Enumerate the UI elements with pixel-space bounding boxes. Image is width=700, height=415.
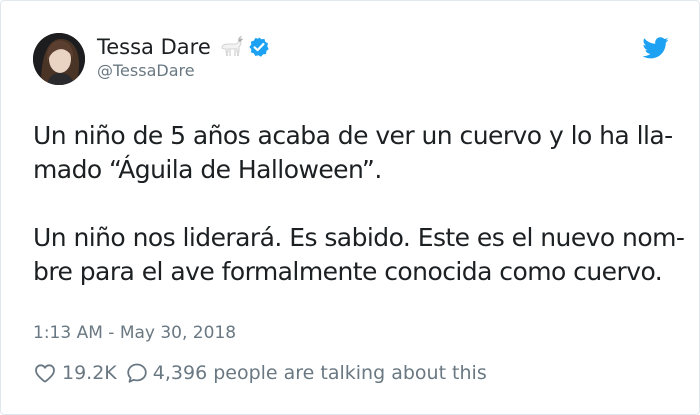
avatar-portrait-icon	[33, 33, 85, 85]
tweet-line: Un niño nos liderará. Es sabido. Este es…	[33, 223, 685, 252]
tweet-line: Un niño de 5 años acaba de ver un cuervo…	[33, 121, 673, 150]
tweet-line: mado “Águila de Halloween”.	[33, 155, 382, 184]
tweet-timestamp[interactable]: 1:13 AM - May 30, 2018	[33, 321, 236, 345]
reply-bubble-icon[interactable]	[125, 361, 149, 385]
goat-icon	[218, 35, 244, 59]
avatar[interactable]	[33, 33, 85, 85]
tweet-actions: 19.2K 4,396 people are talking about thi…	[33, 359, 487, 387]
verified-badge-icon	[248, 36, 270, 58]
conversation-count[interactable]: 4,396 people are talking about this	[153, 359, 487, 387]
author-name[interactable]: Tessa Dare	[97, 35, 211, 59]
tweet-card: Tessa Dare @TessaDare Un niño de 5 años …	[0, 0, 700, 415]
tweet-paragraph-gap	[33, 187, 683, 221]
like-count[interactable]: 19.2K	[62, 359, 117, 387]
tweet-line: bre para el ave formalmente conocida com…	[33, 257, 663, 286]
tweet-text: Un niño de 5 años acaba de ver un cuervo…	[33, 119, 685, 289]
author-handle[interactable]: @TessaDare	[97, 61, 195, 81]
twitter-bird-icon[interactable]	[642, 37, 669, 59]
heart-icon[interactable]	[33, 361, 57, 385]
author-name-row: Tessa Dare	[97, 35, 270, 59]
